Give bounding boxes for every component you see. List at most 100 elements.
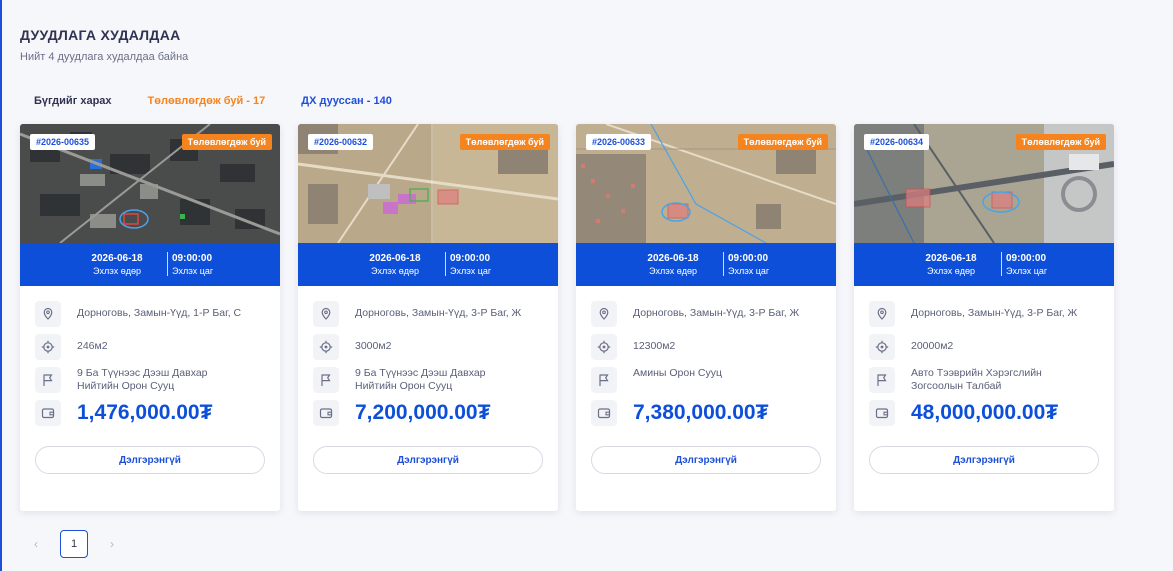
tab-planned[interactable]: Төлөвлөгдөж буй - 17 — [148, 94, 266, 108]
area-row: 3000м2 — [313, 334, 525, 360]
flag-icon — [869, 367, 895, 393]
details-button[interactable]: Дэлгэрэнгүй — [35, 446, 265, 474]
tab-finished[interactable]: ДХ дууссан - 140 — [301, 94, 392, 108]
start-time-value: 09:00:00 — [172, 253, 213, 264]
auction-list-page: ДУУДЛАГА ХУДАЛДАА Нийт 4 дуудлага худалд… — [20, 0, 1160, 571]
purpose-text: Авто Тээврийн Хэрэгслийн Зогсоолын Талба… — [911, 367, 1042, 392]
price-text: 1,476,000.00₮ — [77, 401, 213, 424]
start-date: 2026-06-18 Эхлэх өдөр — [360, 253, 430, 276]
target-icon — [591, 334, 617, 360]
lot-number-badge: #2026-00635 — [30, 134, 96, 150]
wallet-icon — [591, 400, 617, 426]
start-time-value: 09:00:00 — [728, 253, 769, 264]
pagination: ‹ 1 › — [30, 530, 118, 558]
purpose-row: 9 Ба Түүнээс Дээш Давхар Нийтийн Орон Су… — [313, 367, 525, 393]
auction-card: #2026-00634 Төлөвлөгдөж буй 2026-06-18 Э… — [854, 124, 1114, 511]
page-title: ДУУДЛАГА ХУДАЛДАА — [20, 27, 181, 43]
price-row: 7,380,000.00₮ — [591, 400, 768, 426]
tab-all[interactable]: Бүгдийг харах — [34, 94, 112, 108]
details-button[interactable]: Дэлгэрэнгүй — [869, 446, 1099, 474]
start-date-label: Эхлэх өдөр — [93, 266, 141, 276]
page-1-button[interactable]: 1 — [60, 530, 88, 558]
map-pin-icon — [35, 301, 61, 327]
auction-card: #2026-00633 Төлөвлөгдөж буй 2026-06-18 Э… — [576, 124, 836, 511]
wallet-icon — [35, 400, 61, 426]
start-date-value: 2026-06-18 — [91, 253, 143, 264]
start-date-label: Эхлэх өдөр — [649, 266, 697, 276]
start-time-label: Эхлэх цаг — [1006, 266, 1048, 276]
start-time-label: Эхлэх цаг — [172, 266, 214, 276]
lot-number-badge: #2026-00633 — [586, 134, 652, 150]
flag-icon — [591, 367, 617, 393]
start-time-value: 09:00:00 — [450, 253, 491, 264]
start-date: 2026-06-18 Эхлэх өдөр — [916, 253, 986, 276]
purpose-row: Амины Орон Сууц — [591, 367, 803, 393]
card-map-image: #2026-00635 Төлөвлөгдөж буй — [20, 124, 280, 243]
start-date: 2026-06-18 Эхлэх өдөр — [638, 253, 708, 276]
start-time: 09:00:00 Эхлэх цаг — [440, 253, 510, 276]
target-icon — [313, 334, 339, 360]
auction-cards: #2026-00635 Төлөвлөгдөж буй 2026-06-18 Э… — [20, 124, 1132, 511]
location-row: Дорноговь, Замын-Үүд, 3-Р Баг, Ж — [869, 301, 1081, 327]
status-badge: Төлөвлөгдөж буй — [459, 134, 550, 150]
prev-page-button[interactable]: ‹ — [30, 537, 42, 551]
map-pin-icon — [869, 301, 895, 327]
details-button[interactable]: Дэлгэрэнгүй — [313, 446, 543, 474]
location-row: Дорноговь, Замын-Үүд, 1-Р Баг, С — [35, 301, 247, 327]
status-badge: Төлөвлөгдөж буй — [181, 134, 272, 150]
area-row: 12300м2 — [591, 334, 803, 360]
start-date-band: 2026-06-18 Эхлэх өдөр 09:00:00 Эхлэх цаг — [20, 243, 280, 286]
start-date-band: 2026-06-18 Эхлэх өдөр 09:00:00 Эхлэх цаг — [298, 243, 558, 286]
area-text: 20000м2 — [911, 340, 954, 352]
lot-number-badge: #2026-00632 — [308, 134, 374, 150]
map-pin-icon — [313, 301, 339, 327]
location-text: Дорноговь, Замын-Үүд, 1-Р Баг, С — [77, 307, 242, 319]
location-text: Дорноговь, Замын-Үүд, 3-Р Баг, Ж — [633, 307, 800, 319]
price-text: 48,000,000.00₮ — [911, 401, 1059, 424]
left-edge-accent — [0, 0, 2, 571]
target-icon — [869, 334, 895, 360]
location-row: Дорноговь, Замын-Үүд, 3-Р Баг, Ж — [591, 301, 803, 327]
page-subtitle: Нийт 4 дуудлага худалдаа байна — [20, 51, 189, 63]
purpose-row: 9 Ба Түүнээс Дээш Давхар Нийтийн Орон Су… — [35, 367, 247, 393]
start-time-label: Эхлэх цаг — [450, 266, 492, 276]
start-date-band: 2026-06-18 Эхлэх өдөр 09:00:00 Эхлэх цаг — [854, 243, 1114, 286]
price-text: 7,380,000.00₮ — [633, 401, 769, 424]
filter-tabs: Бүгдийг харах Төлөвлөгдөж буй - 17 ДХ ду… — [34, 94, 428, 108]
start-date-value: 2026-06-18 — [647, 253, 699, 264]
start-time-label: Эхлэх цаг — [728, 266, 770, 276]
flag-icon — [313, 367, 339, 393]
purpose-text: Амины Орон Сууц — [633, 367, 723, 379]
price-row: 7,200,000.00₮ — [313, 400, 490, 426]
auction-card: #2026-00632 Төлөвлөгдөж буй 2026-06-18 Э… — [298, 124, 558, 511]
price-row: 48,000,000.00₮ — [869, 400, 1058, 426]
area-text: 246м2 — [77, 340, 108, 352]
start-time-value: 09:00:00 — [1006, 253, 1047, 264]
area-text: 3000м2 — [355, 340, 392, 352]
auction-card: #2026-00635 Төлөвлөгдөж буй 2026-06-18 Э… — [20, 124, 280, 511]
start-date-value: 2026-06-18 — [925, 253, 977, 264]
start-time: 09:00:00 Эхлэх цаг — [996, 253, 1066, 276]
next-page-button[interactable]: › — [106, 537, 118, 551]
card-map-image: #2026-00634 Төлөвлөгдөж буй — [854, 124, 1114, 243]
map-pin-icon — [591, 301, 617, 327]
location-row: Дорноговь, Замын-Үүд, 3-Р Баг, Ж — [313, 301, 525, 327]
start-date: 2026-06-18 Эхлэх өдөр — [82, 253, 152, 276]
start-time: 09:00:00 Эхлэх цаг — [162, 253, 232, 276]
start-date-label: Эхлэх өдөр — [927, 266, 975, 276]
start-date-value: 2026-06-18 — [369, 253, 421, 264]
price-row: 1,476,000.00₮ — [35, 400, 212, 426]
start-date-label: Эхлэх өдөр — [371, 266, 419, 276]
purpose-row: Авто Тээврийн Хэрэгслийн Зогсоолын Талба… — [869, 367, 1081, 393]
status-badge: Төлөвлөгдөж буй — [1015, 134, 1106, 150]
location-text: Дорноговь, Замын-Үүд, 3-Р Баг, Ж — [355, 307, 522, 319]
start-date-band: 2026-06-18 Эхлэх өдөр 09:00:00 Эхлэх цаг — [576, 243, 836, 286]
price-text: 7,200,000.00₮ — [355, 401, 491, 424]
start-time: 09:00:00 Эхлэх цаг — [718, 253, 788, 276]
purpose-text: 9 Ба Түүнээс Дээш Давхар Нийтийн Орон Су… — [355, 367, 486, 392]
area-text: 12300м2 — [633, 340, 676, 352]
wallet-icon — [869, 400, 895, 426]
details-button[interactable]: Дэлгэрэнгүй — [591, 446, 821, 474]
location-text: Дорноговь, Замын-Үүд, 3-Р Баг, Ж — [911, 307, 1078, 319]
area-row: 20000м2 — [869, 334, 1081, 360]
